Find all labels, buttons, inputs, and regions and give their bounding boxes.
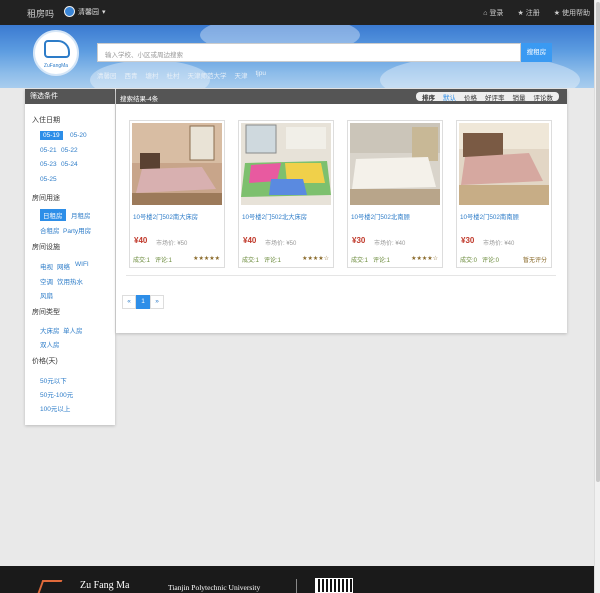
footer-divider (296, 579, 297, 593)
pager-page[interactable]: 1 (136, 295, 150, 309)
results-panel: 搜索结果-4条 排序 默认 价格 好评率 销量 评论数 10号楼2门502南大床… (116, 89, 567, 333)
login-link[interactable]: ⌂ 登录 (483, 8, 503, 18)
usage-section-title: 房间用途 (32, 195, 60, 202)
star-icon: ★ (517, 10, 524, 17)
results-title: 搜索结果-4条 (120, 96, 159, 103)
hot-place-link[interactable]: 塘村 (146, 70, 159, 80)
footer-brand: Zu Fang Ma (80, 580, 130, 591)
price-option[interactable]: 50元-100元 (40, 389, 73, 399)
site-brand[interactable]: 租房吗 (27, 7, 54, 20)
listing-card[interactable]: 10号楼2门502北大床房 ¥40 市场价: ¥50 成交:1 评论:1 ★★★… (238, 120, 334, 268)
hot-place-link[interactable]: 天津 (235, 70, 248, 80)
home-icon: ⌂ (483, 9, 488, 17)
facility-option[interactable]: 风扇 (40, 290, 53, 300)
facility-option[interactable]: 网络 (57, 261, 70, 271)
price-option[interactable]: 100元以上 (40, 403, 70, 413)
date-option[interactable]: 05-20 (70, 132, 87, 139)
date-option[interactable]: 05-21 (40, 147, 57, 154)
rating-stars: ★★★★☆ (411, 256, 438, 262)
date-option[interactable]: 05-24 (61, 161, 78, 168)
scrollbar-thumb[interactable] (596, 2, 600, 482)
date-option[interactable]: 05-25 (40, 176, 57, 183)
search-button[interactable]: 搜租房 (521, 43, 552, 62)
results-header: 搜索结果-4条 排序 默认 价格 好评率 销量 评论数 (116, 89, 567, 104)
facility-option[interactable]: 饮用热水 (57, 276, 83, 286)
hot-place-link[interactable]: tjpu (256, 70, 266, 80)
date-option[interactable]: 05-22 (61, 147, 78, 154)
facility-option[interactable]: WIFI (75, 261, 89, 268)
register-link[interactable]: ★ 注册 (517, 8, 539, 18)
usage-option[interactable]: 合租房 (40, 225, 60, 235)
listing-card[interactable]: 10号楼2门502北南顾 ¥30 市场价: ¥40 成交:1 评论:1 ★★★★… (347, 120, 443, 268)
facility-option[interactable]: 电视 (40, 261, 53, 271)
listing-photo[interactable] (241, 123, 331, 205)
city-name: 清馨园 (78, 8, 99, 16)
hot-place-link[interactable]: 清馨园 (97, 70, 117, 80)
sort-default[interactable]: 默认 (443, 92, 456, 102)
search-input[interactable]: 输入学校、小区或周边搜索 (97, 43, 521, 62)
page-scrollbar[interactable] (594, 0, 600, 593)
listing-photo[interactable] (350, 123, 440, 205)
sort-bar: 排序 默认 价格 好评率 销量 评论数 (416, 92, 559, 102)
caret-down-icon: ▾ (102, 8, 106, 16)
price-section-title: 价格(天) (32, 358, 58, 365)
filter-sidebar: 筛选条件 入住日期 05-19 05-20 05-21 05-22 05-23 … (25, 89, 115, 425)
sort-rating[interactable]: 好评率 (485, 92, 505, 102)
site-logo[interactable]: ZuFangMa (33, 30, 79, 76)
qr-code-icon (315, 578, 353, 593)
top-navbar: 租房吗 清馨园 ▾ ⌂ 登录 ★ 注册 ★ 使用帮助 (0, 0, 600, 25)
help-link[interactable]: ★ 使用帮助 (554, 8, 590, 18)
price-option[interactable]: 50元以下 (40, 375, 67, 385)
divider (126, 275, 556, 276)
hot-place-link[interactable]: 杜村 (167, 70, 180, 80)
pager-prev[interactable]: « (122, 295, 136, 309)
type-option[interactable]: 双人房 (40, 339, 60, 349)
rating-stars: ★★★★★ (193, 256, 220, 262)
filter-title: 筛选条件 (25, 89, 115, 104)
rating-stars: ★★★★☆ (302, 256, 329, 262)
sort-sales[interactable]: 销量 (513, 92, 526, 102)
facilities-section-title: 房间设施 (32, 244, 60, 251)
type-option[interactable]: 单人房 (63, 325, 83, 335)
footer-university: Tianjin Polytechnic University (168, 583, 261, 592)
globe-icon (64, 6, 75, 17)
listing-photo[interactable] (132, 123, 222, 205)
date-section-title: 入住日期 (32, 117, 60, 124)
hero-banner: ZuFangMa 输入学校、小区或周边搜索 搜租房 清馨园 西青 塘村 杜村 天津师范大… (0, 25, 600, 88)
usage-option[interactable]: Party用房 (63, 225, 91, 235)
footer: Zu Fang Ma Tianjin Polytechnic Universit… (0, 566, 594, 593)
usage-option[interactable]: 日租房 (40, 209, 66, 221)
type-option[interactable]: 大床房 (40, 325, 60, 335)
sort-price[interactable]: 价格 (464, 92, 477, 102)
facility-option[interactable]: 空调 (40, 276, 53, 286)
usage-option[interactable]: 月租房 (71, 210, 91, 220)
city-selector[interactable]: 清馨园 ▾ (64, 6, 106, 17)
listing-card[interactable]: 10号楼2门502南南顾 ¥30 市场价: ¥40 成交:0 评论:0 暂无评分 (456, 120, 552, 268)
listing-photo[interactable] (459, 123, 549, 205)
pagination: « 1 » (122, 295, 164, 309)
date-option[interactable]: 05-23 (40, 161, 57, 168)
sort-comments[interactable]: 评论数 (534, 92, 554, 102)
hot-place-link[interactable]: 天津师范大学 (188, 70, 227, 80)
pager-next[interactable]: » (150, 295, 164, 309)
date-option[interactable]: 05-19 (40, 131, 63, 140)
type-section-title: 房间类型 (32, 309, 60, 316)
search-placeholder: 输入学校、小区或周边搜索 (105, 52, 183, 59)
hot-place-link[interactable]: 西青 (125, 70, 138, 80)
house-icon (44, 40, 70, 58)
hot-places: 清馨园 西青 塘村 杜村 天津师范大学 天津 tjpu (97, 70, 266, 80)
star-icon: ★ (553, 10, 560, 17)
rating-text: 暂无评分 (522, 258, 547, 264)
listing-card[interactable]: 10号楼2门502南大床房 ¥40 市场价: ¥50 成交:1 评论:1 ★★★… (129, 120, 225, 268)
footer-logo-icon (37, 580, 63, 593)
